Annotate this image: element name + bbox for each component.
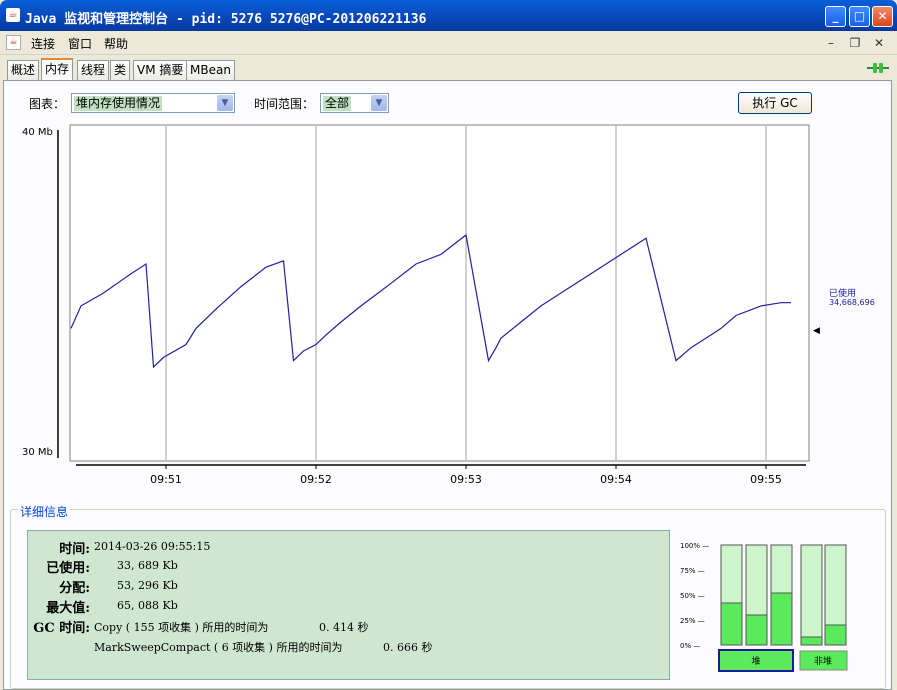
x-tick-label: 09:53	[450, 473, 482, 486]
y-tick-label-max: 40 Mb	[22, 127, 53, 138]
document-icon[interactable]: ☕	[6, 35, 21, 50]
nonheap-pool-bar[interactable]	[800, 544, 823, 646]
x-tick-label: 09:54	[600, 473, 632, 486]
gc-copy-time: 0. 414 秒	[319, 621, 369, 634]
tab-mbean[interactable]: MBean	[186, 60, 235, 80]
internal-close-icon[interactable]: ✕	[869, 34, 889, 52]
bar-scale-label: 0% —	[680, 642, 700, 650]
menu-bar: ☕ 连接 窗口 帮助 – ❐ ✕	[0, 31, 897, 55]
window-title: Java 监视和管理控制台 - pid: 5276 5276@PC-201206…	[25, 12, 427, 27]
chart-plot-area	[69, 124, 810, 462]
maximize-button[interactable]: □	[849, 6, 870, 27]
time-key: 时间:	[59, 542, 90, 557]
series-marker-icon: ◀	[813, 326, 820, 336]
bar-scale-label: 25% —	[680, 617, 705, 625]
max-value: 65, 088 Kb	[117, 599, 178, 612]
close-button[interactable]: ✕	[872, 6, 893, 27]
heap-group-label: 堆	[751, 656, 760, 667]
chart-select-label: 图表：	[29, 97, 66, 111]
heap-usage-chart: 40 Mb 30 Mb 09:51 09:52 09:53 09:54 09:55 ◀ …	[22, 124, 875, 486]
gc-time-key: GC 时间:	[33, 621, 90, 636]
gc-marksweep-text: MarkSweepCompact ( 6 项收集 ) 所用的时间为	[94, 641, 343, 654]
heap-pool-bar-fill	[720, 602, 743, 646]
x-tick-label: 09:55	[750, 473, 782, 486]
bar-scale-label: 100% —	[680, 542, 709, 550]
menu-connect[interactable]: 连接	[31, 35, 55, 52]
x-tick-label: 09:51	[150, 473, 182, 486]
tab-memory[interactable]: 内存	[41, 58, 74, 80]
tab-bar: 概述 内存 线程 类 VM 摘要 MBean	[0, 58, 897, 80]
chevron-down-icon[interactable]: ▼	[371, 95, 387, 111]
memory-pool-bars: 100% — 75% — 50% — 25% — 0% — 堆 非堆	[680, 542, 848, 672]
x-tick-label: 09:52	[300, 473, 332, 486]
minimize-button[interactable]: _	[825, 6, 846, 27]
committed-key: 分配:	[59, 581, 90, 596]
chart-select[interactable]: 堆内存使用情况 ▼	[71, 93, 235, 113]
menu-window[interactable]: 窗口	[68, 35, 92, 52]
tab-classes[interactable]: 类	[110, 60, 131, 80]
bar-scale-label: 50% —	[680, 592, 705, 600]
connection-status-icon	[867, 63, 889, 73]
time-range-value: 全部	[323, 96, 352, 111]
time-range-label: 时间范围：	[254, 97, 315, 111]
nonheap-pool-bar-fill	[824, 624, 847, 646]
tab-vm-summary[interactable]: VM 摘要	[133, 60, 188, 80]
menu-help[interactable]: 帮助	[104, 35, 128, 52]
nonheap-group-label: 非堆	[814, 655, 832, 667]
title-bar: ☕ Java 监视和管理控制台 - pid: 5276 5276@PC-2012…	[0, 0, 897, 31]
max-key: 最大值:	[46, 601, 90, 616]
committed-value: 53, 296 Kb	[117, 579, 178, 592]
time-range-select[interactable]: 全部 ▼	[320, 93, 389, 113]
y-tick-label-min: 30 Mb	[22, 447, 53, 458]
gc-copy-text: Copy ( 155 项收集 ) 所用的时间为	[94, 621, 269, 634]
chart-select-value: 堆内存使用情况	[74, 96, 163, 111]
tab-overview[interactable]: 概述	[7, 60, 40, 80]
heap-pool-bar-fill	[770, 592, 793, 646]
time-value: 2014-03-26 09:55:15	[94, 540, 211, 553]
tab-threads[interactable]: 线程	[77, 60, 110, 80]
details-title: 详细信息	[18, 503, 71, 520]
java-app-icon: ☕	[6, 8, 20, 22]
gc-marksweep-time: 0. 666 秒	[383, 641, 433, 654]
internal-restore-icon[interactable]: ❐	[845, 34, 865, 52]
used-key: 已使用:	[46, 561, 90, 576]
internal-minimize-icon[interactable]: –	[821, 34, 841, 52]
heap-pool-bar-fill	[745, 614, 768, 646]
nonheap-pool-bar-fill	[800, 636, 823, 646]
used-value: 33, 689 Kb	[117, 559, 178, 572]
perform-gc-button[interactable]: 执行 GC	[738, 92, 812, 114]
bar-scale-label: 75% —	[680, 567, 705, 575]
series-used-value: 34,668,696	[829, 298, 875, 307]
chevron-down-icon[interactable]: ▼	[217, 95, 233, 111]
